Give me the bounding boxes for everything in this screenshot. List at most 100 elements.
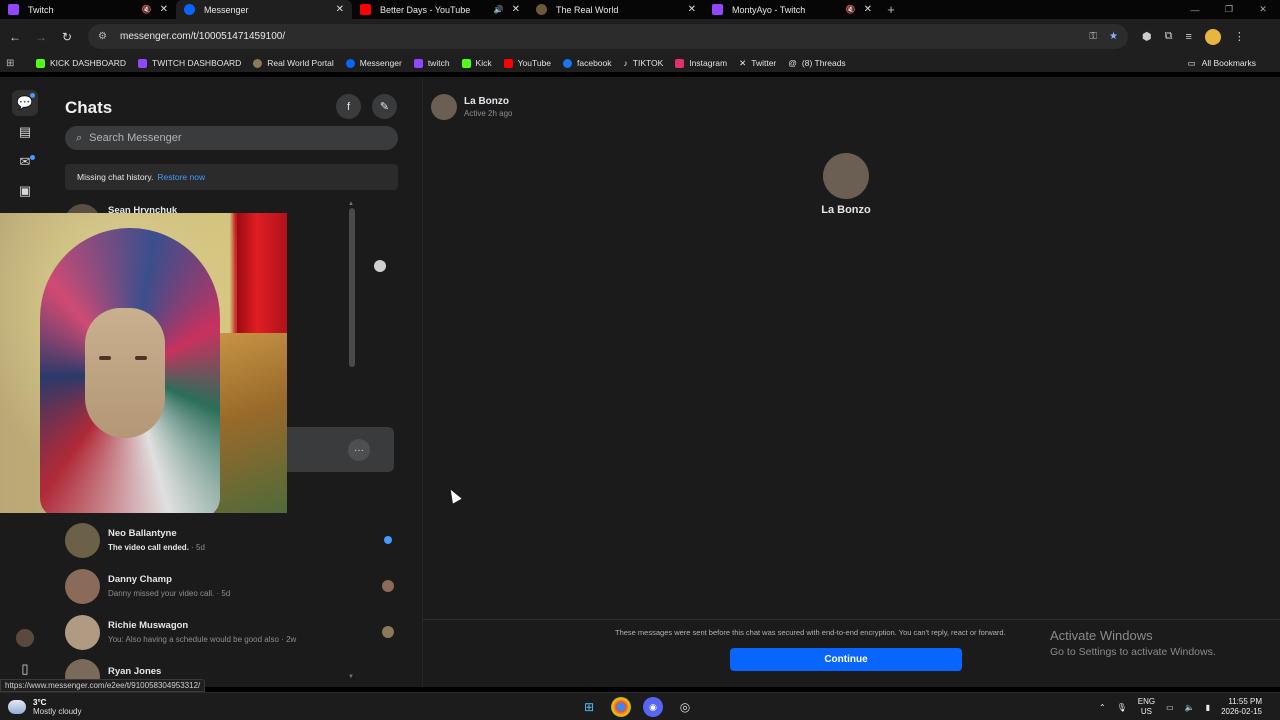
media-control-icon[interactable]: ≡ <box>1185 31 1191 43</box>
hovered-row[interactable] <box>287 427 394 472</box>
search-input[interactable]: ⌕ Search Messenger <box>65 126 398 150</box>
address-bar[interactable]: ⚙ messenger.com/t/100051471459100/ ⚿ ★ <box>88 24 1128 49</box>
tiktok-icon: ♪ <box>623 58 628 68</box>
avatar <box>65 614 100 650</box>
scroll-up-icon[interactable]: ▲ <box>348 201 354 207</box>
close-icon[interactable]: ✕ <box>336 4 344 15</box>
microphone-icon[interactable]: 🎙 <box>1117 703 1127 712</box>
temperature: 3°C <box>33 698 47 707</box>
close-icon[interactable]: ✕ <box>160 4 168 15</box>
chrome-icon[interactable] <box>611 697 631 717</box>
bookmark-real-world-portal[interactable]: Real World Portal <box>253 58 334 68</box>
bookmark-star-icon[interactable]: ★ <box>1109 31 1118 42</box>
encryption-note: These messages were sent before this cha… <box>615 628 1006 637</box>
scroll-down-icon[interactable]: ▼ <box>348 674 354 680</box>
message-time: · 2w <box>278 635 297 644</box>
twitch-icon <box>8 4 19 15</box>
message-time: · 5d <box>214 589 231 598</box>
app-icon[interactable]: ◎ <box>675 697 695 717</box>
list-item[interactable]: Danny Champ Danny missed your video call… <box>65 566 395 606</box>
bookmark-kick[interactable]: Kick <box>461 58 492 68</box>
webcam-overlay <box>0 213 287 513</box>
weather-widget[interactable]: 3°C Mostly cloudy <box>8 698 81 716</box>
muted-icon[interactable]: 🔇 <box>142 5 152 14</box>
muted-icon[interactable]: 🔇 <box>846 5 856 14</box>
sidebar-toggle-icon[interactable]: ▯ <box>15 659 35 679</box>
bookmark-tiktok[interactable]: ♪ TIKTOK <box>624 58 664 68</box>
youtube-icon <box>503 58 513 68</box>
twitch-icon <box>712 4 723 15</box>
bookmark-instagram[interactable]: Instagram <box>675 58 727 68</box>
chevron-up-icon[interactable]: ⌃ <box>1099 703 1106 712</box>
extension-icon[interactable]: ⬢ <box>1142 30 1152 43</box>
bookmark-label: facebook <box>577 58 612 68</box>
search-icon: ⌕ <box>76 131 83 144</box>
close-icon[interactable]: ✕ <box>512 4 520 15</box>
clock[interactable]: 11:55 PM 2026-02-15 <box>1221 697 1262 717</box>
bookmark-label: twitch <box>427 58 450 68</box>
battery-icon[interactable]: ▮ <box>1206 703 1210 712</box>
profile-avatar[interactable] <box>16 629 34 647</box>
volume-icon[interactable]: 🔈 <box>1185 703 1195 712</box>
list-item[interactable]: Richie Muswagon You: Also having a sched… <box>65 612 395 652</box>
real-world-icon <box>536 4 547 15</box>
tab-montyayo[interactable]: MontyAyo - Twitch 🔇 ✕ <box>704 0 880 19</box>
tab-title: MontyAyo - Twitch <box>732 4 806 15</box>
scrollbar[interactable] <box>349 208 355 367</box>
language-indicator[interactable]: ENG US <box>1138 697 1155 717</box>
bookmark-threads[interactable]: @ (8) Threads <box>788 58 845 68</box>
reload-icon[interactable]: ↻ <box>54 30 80 44</box>
speaker-icon[interactable]: 🔊 <box>494 5 504 14</box>
close-icon[interactable]: ✕ <box>688 4 696 15</box>
conversation-header[interactable]: La Bonzo Active 2h ago <box>431 94 512 120</box>
new-message-icon[interactable]: ✎ <box>372 94 397 119</box>
forward-icon[interactable]: → <box>28 30 54 44</box>
marketplace-icon[interactable]: ▤ <box>15 122 35 142</box>
extensions-puzzle-icon[interactable]: ⧉ <box>1165 30 1173 43</box>
close-window-icon[interactable]: ✕ <box>1246 0 1280 19</box>
bookmark-twitch[interactable]: twitch <box>413 58 450 68</box>
archive-icon[interactable]: ▣ <box>15 181 35 201</box>
tab-messenger[interactable]: Messenger ✕ <box>176 0 352 19</box>
tab-strip: Twitch 🔇 ✕ Messenger ✕ Better Days - You… <box>0 0 1280 19</box>
list-item[interactable]: Neo Ballantyne The video call ended. · 5… <box>65 520 395 560</box>
new-tab-button[interactable]: + <box>880 0 902 19</box>
bookmark-label: KICK DASHBOARD <box>50 58 127 68</box>
close-icon[interactable]: ✕ <box>864 4 872 15</box>
more-options-icon[interactable]: ··· <box>348 439 370 461</box>
restore-now-link[interactable]: Restore now <box>157 172 205 182</box>
bookmark-messenger[interactable]: Messenger <box>345 58 402 68</box>
restore-icon[interactable]: ❐ <box>1212 0 1246 19</box>
password-key-icon[interactable]: ⚿ <box>1089 31 1097 42</box>
bookmark-twitter[interactable]: ✕ Twitter <box>739 58 776 69</box>
system-tray: ⌃ 🎙 ENG US ▭ 🔈 ▮ 11:55 PM 2026-02-15 <box>1099 697 1262 717</box>
profile-avatar[interactable] <box>1204 28 1221 45</box>
facebook-icon[interactable]: f <box>336 94 361 119</box>
bookmark-kick-dashboard[interactable]: KICK DASHBOARD <box>36 58 126 68</box>
bookmark-twitch-dashboard[interactable]: TWITCH DASHBOARD <box>138 58 241 68</box>
bookmark-label: Instagram <box>689 58 728 68</box>
menu-kebab-icon[interactable]: ⋮ <box>1234 30 1245 43</box>
back-icon[interactable]: ← <box>2 30 28 44</box>
bookmark-youtube[interactable]: YouTube <box>503 58 551 68</box>
tab-title: Better Days - YouTube <box>380 4 471 15</box>
contact-name: Neo Ballantyne <box>108 528 177 539</box>
tab-youtube[interactable]: Better Days - YouTube 🔊 ✕ <box>352 0 528 19</box>
messenger-icon <box>184 4 195 15</box>
all-bookmarks[interactable]: ▭ All Bookmarks <box>1188 54 1256 72</box>
watermark-subtitle: Go to Settings to activate Windows. <box>1050 646 1216 658</box>
tab-real-world[interactable]: The Real World ✕ <box>528 0 704 19</box>
windows-start-icon[interactable]: ⊞ <box>579 697 599 717</box>
minimize-icon[interactable]: — <box>1178 0 1212 19</box>
tab-title: Messenger <box>204 4 249 15</box>
site-info-icon[interactable]: ⚙ <box>98 31 112 42</box>
discord-icon[interactable]: ◉ <box>643 697 663 717</box>
kick-icon <box>461 58 471 68</box>
continue-button[interactable]: Continue <box>730 648 962 671</box>
apps-grid-icon[interactable]: ⊞ <box>6 58 30 69</box>
tab-twitch[interactable]: Twitch 🔇 ✕ <box>0 0 176 19</box>
bookmark-label: Messenger <box>359 58 402 68</box>
network-icon[interactable]: ▭ <box>1166 703 1174 712</box>
bookmark-facebook[interactable]: facebook <box>563 58 612 68</box>
x-icon: ✕ <box>739 57 747 68</box>
